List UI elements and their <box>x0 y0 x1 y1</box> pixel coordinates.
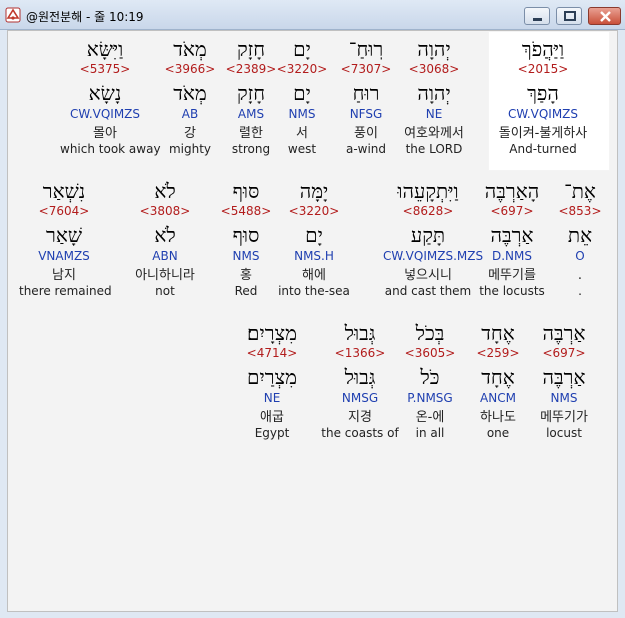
lemma-word: שָׁאַר <box>46 223 82 247</box>
korean-gloss: 돌이켜-불게하사 <box>498 126 588 141</box>
lemma-word: אַרְבֶּה <box>490 223 534 247</box>
english-gloss: there remained <box>19 284 112 298</box>
maximize-button[interactable] <box>556 7 582 25</box>
parsing-code: AB <box>181 107 199 121</box>
app-icon <box>5 7 21 23</box>
english-gloss: not <box>155 284 175 298</box>
english-gloss: Red <box>234 284 258 298</box>
parsing-code: NE <box>263 391 281 405</box>
parsing-code: VNAMZS <box>38 249 90 263</box>
korean-gloss: 지경 <box>348 410 372 425</box>
lemma-word: מְאֹד <box>173 81 207 105</box>
word-column[interactable]: מְאֹד <3966> מְאֹד AB 강 mighty <box>145 37 235 157</box>
word-column[interactable]: מִצְרָיִם׃ <4714> מִצְרַיִם NE 애굽 Egypt <box>227 321 317 441</box>
korean-gloss: 메뚜기를 <box>488 268 536 283</box>
window-frame-right <box>618 30 625 612</box>
hebrew-word: נִשְׁאַר <box>42 179 86 203</box>
parsing-code: ABN <box>152 249 178 263</box>
parsing-code: CW.VQIMZS <box>507 107 579 121</box>
parsing-code: NMSG <box>341 391 379 405</box>
english-gloss: Egypt <box>254 426 290 440</box>
korean-gloss: 홍 <box>240 268 252 283</box>
hebrew-word: לֹא <box>154 179 176 203</box>
parsing-code: CW.VQIMZS <box>69 107 141 121</box>
english-gloss: the coasts of <box>321 426 399 440</box>
korean-gloss: 남지 <box>52 268 76 283</box>
word-column[interactable]: לֹא <3808> לֹא ABN 아니하니라 not <box>120 179 210 299</box>
hebrew-word: מִצְרָיִם׃ <box>247 321 297 345</box>
hebrew-word: גְּבוּל <box>344 321 376 345</box>
word-column[interactable]: וַיִּשָּׂא <5375> נָשָׂא CW.VQIMZS 몰아 which t… <box>60 37 161 157</box>
lemma-word: הָפַךְ <box>527 81 559 105</box>
word-column[interactable]: הָאַרְבֶּה <697> אַרְבֶּה D.NMS 메뚜기를 the locu… <box>467 179 557 299</box>
close-icon <box>600 11 611 22</box>
word-column[interactable]: גְּבוּל <1366> גְּבוּל NMSG 지경 the coasts of <box>315 321 405 441</box>
lemma-word: גְּבוּל <box>344 365 376 389</box>
word-column[interactable]: וַיַּהֲפֹךְ <2015> הָפַךְ CW.VQIMZS 돌이켜-불게하사… <box>498 37 588 157</box>
hebrew-word: וַיַּהֲפֹךְ <box>521 37 565 61</box>
word-column[interactable]: סּוּף <5488> סוּף NMS 홍 Red <box>201 179 291 299</box>
hebrew-word: סּוּף <box>232 179 260 203</box>
lemma-word: נָשָׂא <box>88 81 122 105</box>
lemma-word: לֹא <box>154 223 176 247</box>
analysis-pane[interactable]: וַיַּהֲפֹךְ <2015> הָפַךְ CW.VQIMZS 돌이켜-불게하사… <box>7 30 618 612</box>
english-gloss: And-turned <box>509 142 577 156</box>
strong-number: <1366> <box>334 346 386 360</box>
word-column[interactable]: נִשְׁאַר <7604> שָׁאַר VNAMZS 남지 there remain… <box>19 179 112 299</box>
strong-number: <5488> <box>220 204 272 218</box>
minimize-button[interactable] <box>524 7 550 25</box>
korean-gloss: 몰아 <box>93 126 117 141</box>
lemma-word: תָּקַע <box>410 223 446 247</box>
strong-number: <697> <box>490 204 534 218</box>
hebrew-word: הָאַרְבֶּה <box>484 179 540 203</box>
parsing-code: NMS <box>232 249 260 263</box>
window-title: @원전분해 - 줄 10:19 <box>26 10 144 24</box>
strong-number: <8628> <box>402 204 454 218</box>
strong-number: <2015> <box>517 62 569 76</box>
hebrew-word: מְאֹד <box>173 37 207 61</box>
korean-gloss: 넣으시니 <box>404 268 452 283</box>
maximize-icon <box>564 11 576 21</box>
title-bar: @원전분해 - 줄 10:19 <box>0 0 625 30</box>
english-gloss: the locusts <box>479 284 545 298</box>
lemma-word: מִצְרַיִם <box>247 365 297 389</box>
window-frame-bottom <box>0 612 625 618</box>
minimize-icon <box>533 18 542 21</box>
parsing-code: CW.VQIMZS.MZS <box>383 249 484 263</box>
strong-number: <3966> <box>164 62 216 76</box>
strong-number: <7604> <box>38 204 90 218</box>
korean-gloss: 애굽 <box>260 410 284 425</box>
hebrew-word: וַיִּשָּׂא <box>86 37 124 61</box>
strong-number: <4714> <box>246 346 298 360</box>
word-column[interactable]: וַיִּתְקָעֵהוּ <8628> תָּקַע CW.VQIMZS.MZS 넣… <box>383 179 484 299</box>
hebrew-word: וַיִּתְקָעֵהוּ <box>397 179 459 203</box>
english-gloss: which took away <box>60 142 161 156</box>
strong-number: <3808> <box>139 204 191 218</box>
lemma-word: סוּף <box>232 223 260 247</box>
strong-number: <5375> <box>79 62 131 76</box>
english-gloss: and cast them <box>384 284 472 298</box>
close-button[interactable] <box>588 7 621 25</box>
window-frame-left <box>0 30 7 612</box>
korean-gloss: 강 <box>184 126 196 141</box>
korean-gloss: 아니하니라 <box>135 268 195 283</box>
